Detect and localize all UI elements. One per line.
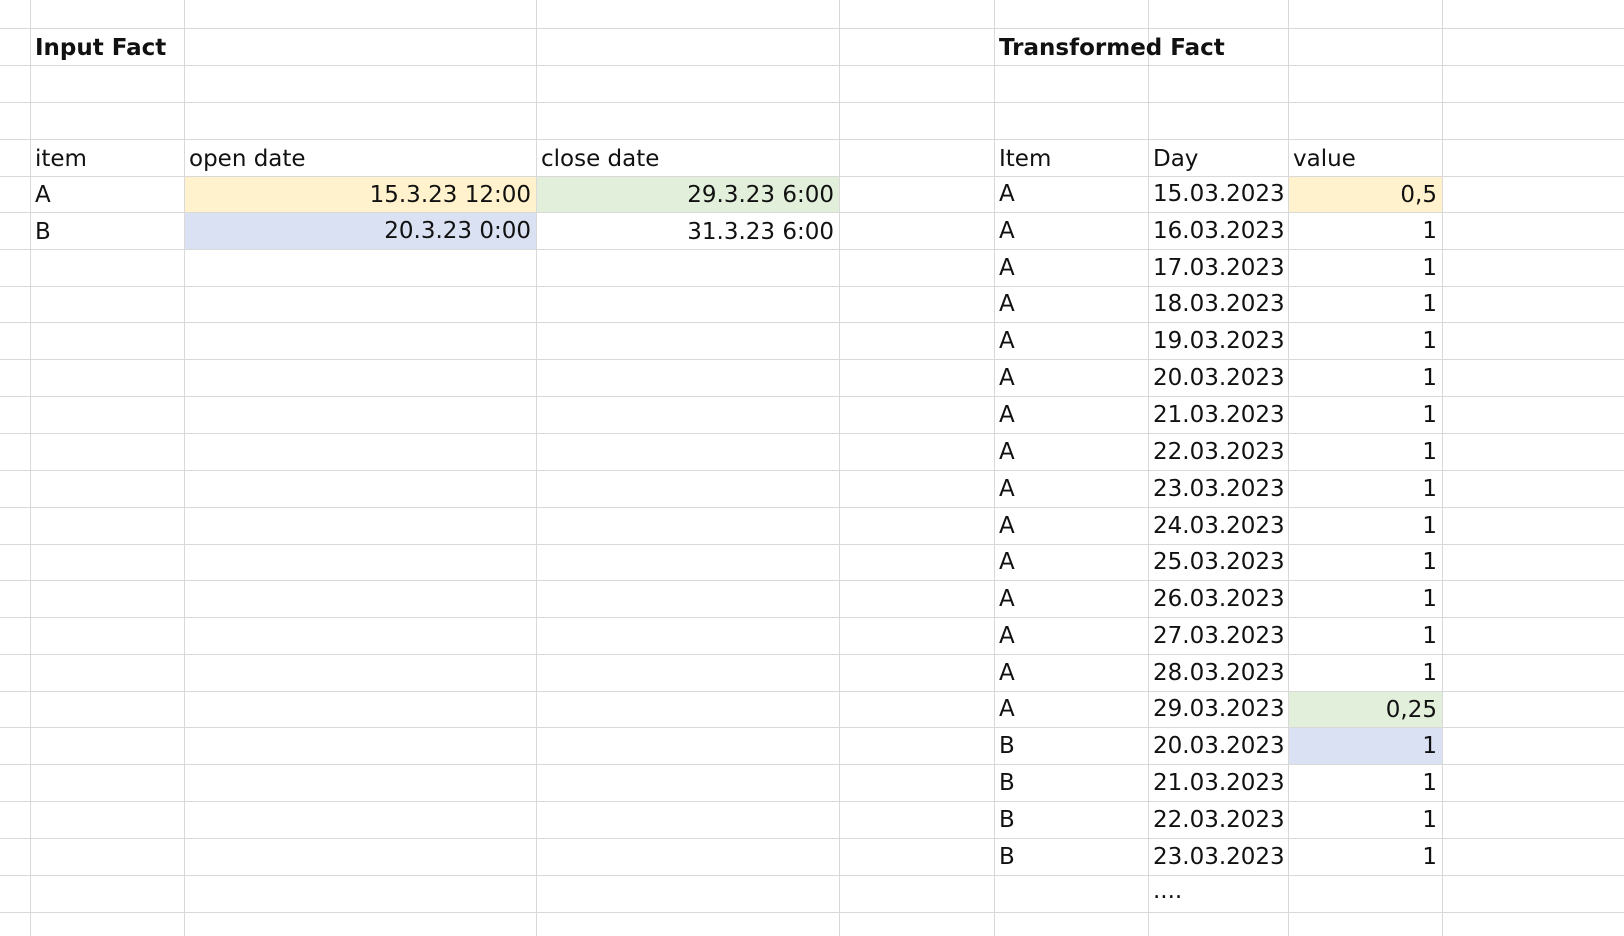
output-cell-value[interactable]: 1 xyxy=(1288,507,1442,544)
output-cell-item[interactable]: A xyxy=(994,654,1148,691)
output-cell-day[interactable]: 21.03.2023 xyxy=(1148,396,1288,433)
input-header-close-date[interactable]: close date xyxy=(536,140,839,177)
output-cell-item[interactable]: A xyxy=(994,433,1148,470)
output-cell-day[interactable]: 24.03.2023 xyxy=(1148,507,1288,544)
output-cell-value[interactable]: 1 xyxy=(1288,322,1442,359)
output-cell-item[interactable]: A xyxy=(994,249,1148,286)
output-cell-item[interactable]: A xyxy=(994,544,1148,580)
output-cell-item[interactable]: B xyxy=(994,801,1148,838)
output-cell-item[interactable]: A xyxy=(994,212,1148,249)
output-cell-value[interactable]: 1 xyxy=(1288,396,1442,433)
output-header-item[interactable]: Item xyxy=(994,140,1148,177)
output-cell-item[interactable]: A xyxy=(994,396,1148,433)
gridline xyxy=(0,912,1624,913)
output-cell-item[interactable]: B xyxy=(994,727,1148,764)
output-cell-day[interactable]: 20.03.2023 xyxy=(1148,727,1288,764)
input-cell-item[interactable]: B xyxy=(30,213,184,250)
spreadsheet-grid: Input Fact item open date close date A 1… xyxy=(0,0,1624,936)
output-cell-item[interactable]: B xyxy=(994,764,1148,801)
output-cell-day[interactable]: 23.03.2023 xyxy=(1148,838,1288,875)
output-cell-day[interactable]: 25.03.2023 xyxy=(1148,544,1288,580)
input-cell-close-date[interactable]: 29.3.23 6:00 xyxy=(537,177,839,212)
input-cell-close-date[interactable]: 31.3.23 6:00 xyxy=(536,213,839,250)
output-cell-item[interactable]: A xyxy=(994,617,1148,654)
output-cell-value[interactable]: 1 xyxy=(1288,764,1442,801)
output-cell-day[interactable]: 16.03.2023 xyxy=(1148,212,1288,249)
output-cell-item[interactable]: A xyxy=(994,507,1148,544)
output-cell-day[interactable]: 21.03.2023 xyxy=(1148,764,1288,801)
output-cell-day[interactable]: 29.03.2023 xyxy=(1148,691,1288,727)
output-cell-value[interactable]: 1 xyxy=(1288,470,1442,507)
output-cell-day[interactable]: 18.03.2023 xyxy=(1148,286,1288,322)
output-cell-item[interactable]: A xyxy=(994,286,1148,322)
output-cell-value[interactable]: 0,5 xyxy=(1289,177,1442,212)
output-cell-value[interactable]: 1 xyxy=(1288,617,1442,654)
gridline xyxy=(0,875,1624,876)
output-cell-day[interactable]: 15.03.2023 xyxy=(1148,176,1288,212)
output-cell-value[interactable]: 1 xyxy=(1288,580,1442,617)
input-cell-open-date[interactable]: 20.3.23 0:00 xyxy=(185,213,536,249)
output-cell-day[interactable]: 23.03.2023 xyxy=(1148,470,1288,507)
output-cell-value[interactable]: 1 xyxy=(1288,433,1442,470)
output-cell-value[interactable]: 1 xyxy=(1288,249,1442,286)
output-cell-value[interactable]: 0,25 xyxy=(1289,692,1442,727)
output-cell-day[interactable]: 22.03.2023 xyxy=(1148,801,1288,838)
output-cell-value[interactable]: 1 xyxy=(1288,286,1442,322)
input-header-item[interactable]: item xyxy=(30,140,184,177)
output-cell-item[interactable]: A xyxy=(994,176,1148,212)
output-header-day[interactable]: Day xyxy=(1148,140,1288,177)
output-cell-value[interactable]: 1 xyxy=(1288,544,1442,580)
output-cell-day[interactable]: 20.03.2023 xyxy=(1148,359,1288,396)
output-cell-item[interactable]: B xyxy=(994,838,1148,875)
input-cell-item[interactable]: A xyxy=(30,176,184,213)
output-cell-value[interactable]: 1 xyxy=(1288,838,1442,875)
output-header-value[interactable]: value xyxy=(1288,140,1442,177)
output-cell-value[interactable]: 1 xyxy=(1288,801,1442,838)
gridline xyxy=(0,102,1624,103)
input-fact-title[interactable]: Input Fact xyxy=(30,29,330,66)
output-cell-value[interactable]: 1 xyxy=(1289,728,1442,764)
output-cell-item[interactable]: A xyxy=(994,691,1148,727)
output-cell-item[interactable]: A xyxy=(994,359,1148,396)
output-cell-day[interactable]: 27.03.2023 xyxy=(1148,617,1288,654)
input-cell-open-date[interactable]: 15.3.23 12:00 xyxy=(185,177,536,212)
output-cell-value[interactable]: 1 xyxy=(1288,654,1442,691)
output-cell-day[interactable]: 22.03.2023 xyxy=(1148,433,1288,470)
output-cell-day[interactable]: 26.03.2023 xyxy=(1148,580,1288,617)
output-cell-day[interactable]: 28.03.2023 xyxy=(1148,654,1288,691)
output-cell-value[interactable]: 1 xyxy=(1288,212,1442,249)
output-cell-day[interactable]: 17.03.2023 xyxy=(1148,249,1288,286)
output-cell-item[interactable]: A xyxy=(994,470,1148,507)
output-cell-item[interactable]: A xyxy=(994,580,1148,617)
output-cell-day[interactable]: 19.03.2023 xyxy=(1148,322,1288,359)
transformed-fact-title[interactable]: Transformed Fact xyxy=(994,29,1394,66)
output-cell-item[interactable]: A xyxy=(994,322,1148,359)
gridline xyxy=(839,0,840,936)
gridline xyxy=(1442,0,1443,936)
output-cell-value[interactable]: 1 xyxy=(1288,359,1442,396)
continuation-ellipsis[interactable]: .... xyxy=(1148,876,1288,912)
input-header-open-date[interactable]: open date xyxy=(184,140,536,177)
